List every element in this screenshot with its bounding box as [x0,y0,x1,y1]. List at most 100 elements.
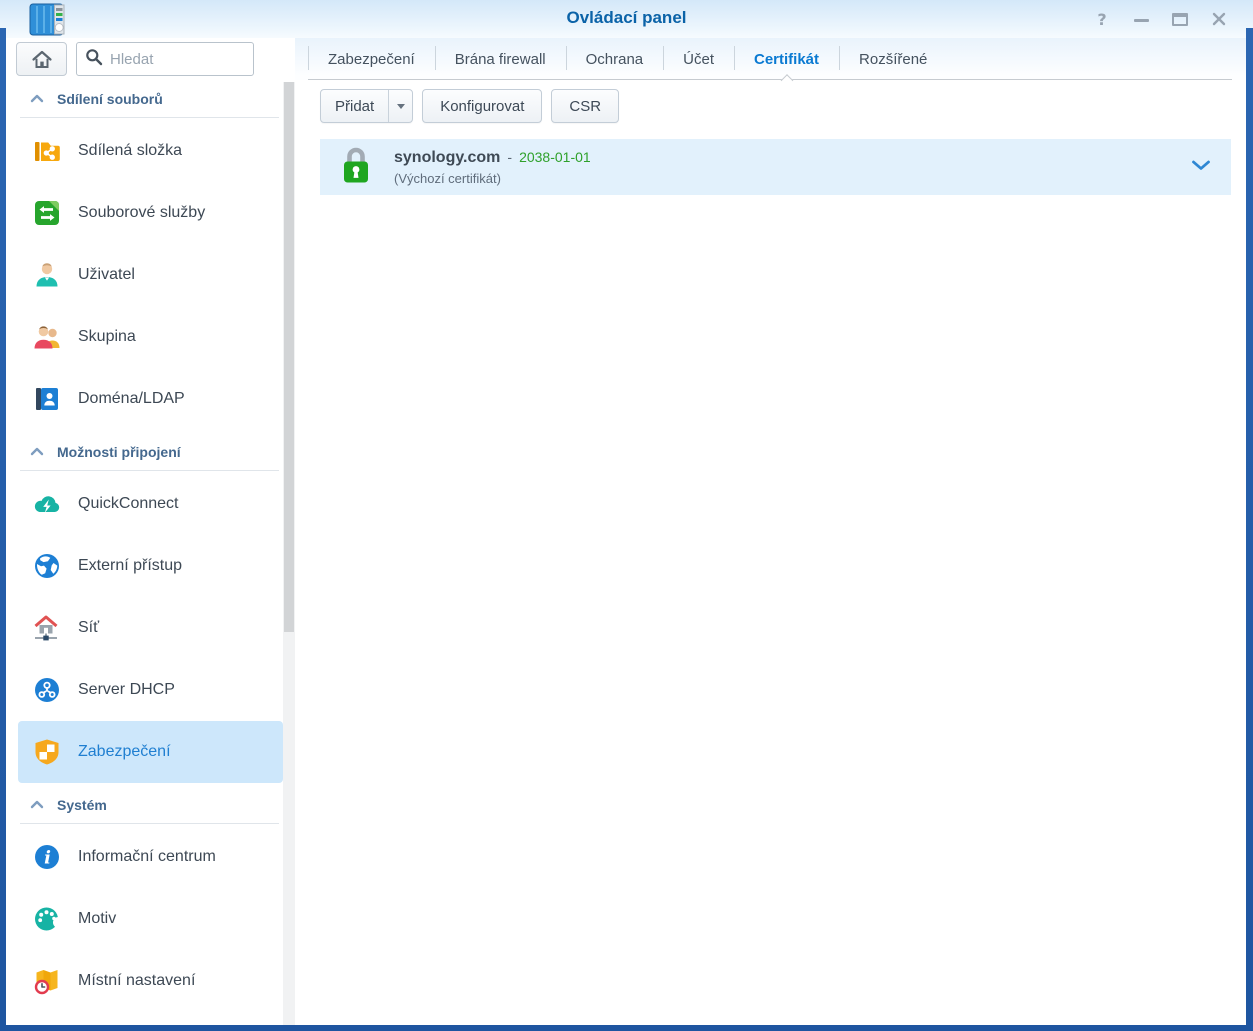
search-icon [85,48,103,71]
search-box [76,42,254,76]
sidebar-item-domena-ldap[interactable]: Doména/LDAP [6,368,283,430]
close-icon[interactable] [1211,11,1227,27]
network-house-icon [32,613,62,643]
add-button[interactable]: Přidat [321,90,390,122]
chevron-up-icon [30,443,44,461]
main-content: Zabezpečení Brána firewall Ochrana Účet … [295,38,1246,1025]
sidebar: Sdílení souborů Sdílená složk [6,38,295,1025]
shared-folder-icon [32,136,62,166]
certificate-lock-icon [340,144,372,191]
add-split-button: Přidat [320,89,414,123]
sidebar-item-label: Server DHCP [78,681,175,698]
sidebar-item-label: Uživatel [78,266,135,283]
sidebar-section-moznosti-pripojeni[interactable]: Možnosti připojení [20,438,279,471]
sidebar-item-label: Sdílená složka [78,142,183,159]
sidebar-item-server-dhcp[interactable]: Server DHCP [6,659,283,721]
add-dropdown-button[interactable] [389,90,412,122]
certificate-name: synology.com [394,148,501,166]
sidebar-item-label: Doména/LDAP [78,390,185,407]
tab-rozsirene[interactable]: Rozšířené [839,38,947,80]
tab-ochrana[interactable]: Ochrana [565,38,664,80]
chevron-up-icon [30,90,44,108]
regional-map-clock-icon [32,966,62,996]
titlebar: Ovládací panel ? [0,0,1253,38]
add-button-label: Přidat [335,97,375,115]
certificate-info: synology.com - 2038-01-01 (Výchozí certi… [394,149,591,186]
window-frame-left [0,28,6,1031]
globe-icon [32,551,62,581]
csr-button[interactable]: CSR [551,89,620,123]
sidebar-item-label: Informační centrum [78,848,216,865]
tab-label: Brána firewall [454,50,546,68]
quickconnect-cloud-icon [32,489,62,519]
sidebar-item-label: Externí přístup [78,557,183,574]
sidebar-item-label: QuickConnect [78,495,179,512]
tab-bar-divider [308,79,1232,80]
sidebar-scrollbar[interactable] [283,82,295,1025]
sidebar-item-label: Síť [78,619,100,636]
window-title: Ovládací panel [566,8,687,27]
tab-label: Certifikát [754,50,820,68]
sidebar-item-label: Motiv [78,910,117,927]
sidebar-item-quickconnect[interactable]: QuickConnect [6,473,283,535]
window-frame-right [1246,28,1253,1031]
section-label: Sdílení souborů [57,91,163,107]
sidebar-item-label: Souborové služby [78,204,206,221]
sidebar-item-label: Skupina [78,328,136,345]
sidebar-section-sdileni-souboru[interactable]: Sdílení souborů [20,85,279,118]
sidebar-item-sit[interactable]: Síť [6,597,283,659]
configure-button[interactable]: Konfigurovat [422,89,543,123]
maximize-icon[interactable] [1172,11,1188,27]
info-circle-icon: i [32,842,62,872]
sidebar-item-label: Zabezpečení [78,743,171,760]
help-icon[interactable]: ? [1094,10,1110,29]
sidebar-item-motiv[interactable]: Motiv [6,888,283,950]
certificate-note: (Výchozí certifikát) [394,170,501,186]
window-body: Sdílení souborů Sdílená složk [6,38,1246,1025]
security-shield-icon [32,737,62,767]
svg-text:i: i [44,848,51,869]
domain-ldap-icon [32,384,62,414]
certificate-expiry-date: 2038-01-01 [519,148,591,165]
minimize-icon[interactable] [1133,11,1149,27]
sidebar-item-mistni-nastaveni[interactable]: Místní nastavení [6,950,283,1012]
search-input[interactable] [110,50,245,68]
sidebar-section-system[interactable]: Systém [20,791,279,824]
sidebar-nav: Sdílení souborů Sdílená složka Souborové… [6,80,283,1025]
sidebar-item-sdilena-slozka[interactable]: Sdílená složka [6,120,283,182]
sidebar-item-zabezpeceni[interactable]: Zabezpečení [18,721,283,783]
tab-label: Zabezpečení [328,50,415,68]
certificate-row[interactable]: synology.com - 2038-01-01 (Výchozí certi… [320,139,1231,195]
dhcp-server-icon [32,675,62,705]
certificate-dash: - [507,148,513,165]
tab-bar: Zabezpečení Brána firewall Ochrana Účet … [295,38,1246,87]
caret-down-icon [396,103,405,109]
tab-ucet[interactable]: Účet [663,38,734,80]
section-label: Možnosti připojení [57,444,181,460]
chevron-down-icon[interactable] [1191,158,1211,176]
chevron-up-icon [30,796,44,814]
section-label: Systém [57,797,107,813]
sidebar-item-informacni-centrum[interactable]: i Informační centrum [6,826,283,888]
tab-label: Ochrana [585,50,644,68]
sidebar-item-souborove-sluzby[interactable]: Souborové služby [6,182,283,244]
tab-brana-firewall[interactable]: Brána firewall [434,38,566,80]
tab-certifikat[interactable]: Certifikát [734,38,839,87]
sidebar-item-skupina[interactable]: Skupina [6,306,283,368]
sidebar-item-externi-pristup[interactable]: Externí přístup [6,535,283,597]
user-icon [32,260,62,290]
sidebar-header [6,38,295,80]
home-button[interactable] [16,42,67,76]
file-services-icon [32,198,62,228]
sidebar-item-label: Místní nastavení [78,972,196,989]
toolbar: Přidat Konfigurovat CSR [320,89,1246,123]
window-frame-bottom [0,1025,1253,1031]
window-controls: ? [1094,0,1227,38]
tab-zabezpeceni[interactable]: Zabezpečení [308,38,435,80]
sidebar-item-uzivatel[interactable]: Uživatel [6,244,283,306]
control-panel-window: Ovládací panel ? Hledat Sdílení souborů … [0,0,1253,1031]
tab-label: Účet [683,50,714,68]
home-icon [31,50,52,68]
group-icon [32,322,62,352]
sidebar-scrollbar-thumb[interactable] [284,82,294,632]
